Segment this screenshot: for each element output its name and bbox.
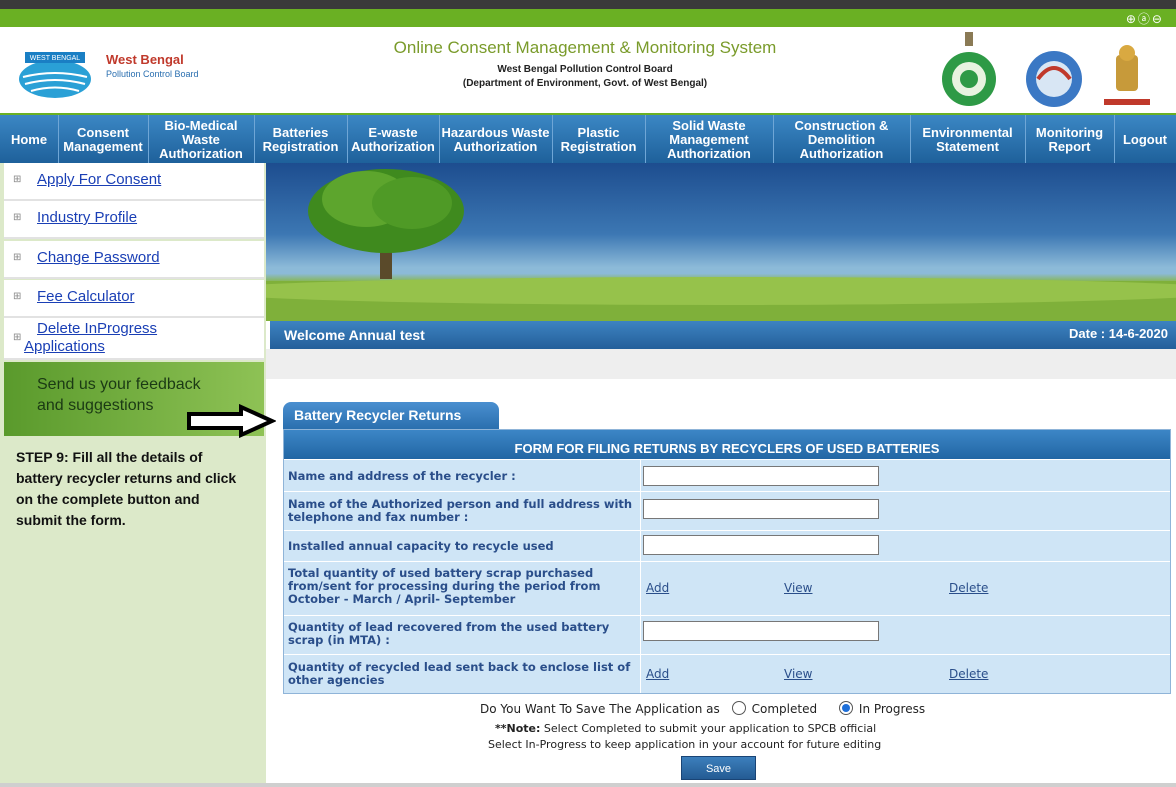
feedback-line-1: Send us your feedback [37, 376, 201, 393]
recycler-name-input[interactable] [643, 466, 879, 486]
scrap-add-link[interactable]: Add [646, 581, 669, 595]
font-size-controls-icon[interactable]: ⊕ⓐ⊖ [1126, 10, 1164, 27]
answer-cell [640, 460, 1171, 491]
nav-batteries-registration[interactable]: Batteries Registration [254, 115, 348, 165]
lead-add-link[interactable]: Add [646, 667, 669, 681]
expand-icon: ⊞ [13, 212, 22, 223]
answer-cell: Add View Delete [640, 562, 1171, 615]
nav-bio-medical-waste[interactable]: Bio-Medical Waste Authorization [148, 115, 255, 165]
swachh-logo-icon [1026, 51, 1082, 107]
nav-environmental-statement[interactable]: Environmental Statement [910, 115, 1026, 165]
hero-banner [266, 163, 1176, 321]
arrow-pointer-icon [187, 404, 276, 438]
inprogress-label[interactable]: In Progress [859, 702, 925, 716]
welcome-text: Welcome Annual test [284, 327, 425, 343]
sidebar: ⊞ Apply For Consent ⊞ Industry Profile ⊞… [0, 163, 266, 787]
department-name: (Department of Environment, Govt. of Wes… [462, 78, 708, 89]
sidebar-item-label[interactable]: Industry Profile [37, 209, 137, 226]
board-name: West Bengal Pollution Control Board [497, 64, 673, 75]
completed-radio[interactable] [731, 701, 746, 715]
current-date: Date : 14-6-2020 [1069, 326, 1168, 341]
save-button[interactable]: Save [681, 756, 756, 780]
step-instruction: STEP 9: Fill all the details of battery … [16, 449, 237, 528]
answer-cell: Add View Delete [640, 655, 1171, 693]
sidebar-item-delete-inprogress[interactable]: ⊞ Delete InProgress Applications [4, 318, 264, 360]
sidebar-item-apply-consent[interactable]: ⊞ Apply For Consent [4, 163, 264, 201]
expand-icon: ⊞ [13, 174, 22, 185]
government-emblems [942, 32, 1150, 107]
scrap-delete-link[interactable]: Delete [949, 581, 988, 595]
nav-e-waste[interactable]: E-waste Authorization [347, 115, 440, 165]
org-name: West Bengal [106, 52, 184, 67]
nav-consent-management[interactable]: Consent Management [58, 115, 149, 165]
completed-label[interactable]: Completed [752, 702, 817, 716]
note-text-2: Select In-Progress to keep application i… [488, 738, 882, 751]
spacer-strip [266, 349, 1176, 379]
nav-solid-waste[interactable]: Solid Waste Management Authorization [645, 115, 774, 165]
answer-cell [640, 531, 1171, 561]
save-status-question: Do You Want To Save The Application as [480, 702, 720, 716]
question-label: Quantity of lead recovered from the used… [288, 620, 610, 647]
sidebar-item-industry-profile[interactable]: ⊞ Industry Profile [4, 201, 264, 239]
org-subtitle: Pollution Control Board [106, 69, 199, 79]
logo-banner-text: WEST BENGAL [30, 55, 81, 62]
nav-construction-demolition[interactable]: Construction & Demolition Authorization [773, 115, 911, 165]
question-label: Quantity of recycled lead sent back to e… [288, 660, 631, 687]
nav-home[interactable]: Home [0, 115, 59, 165]
answer-cell [640, 616, 1171, 654]
sidebar-item-label[interactable]: Change Password [37, 249, 160, 266]
question-label: Total quantity of used battery scrap pur… [288, 566, 601, 606]
scrap-view-link[interactable]: View [784, 581, 812, 595]
bottom-scrollbar[interactable] [0, 783, 1176, 787]
sidebar-item-label[interactable]: Fee Calculator [37, 288, 135, 305]
sidebar-item-change-password[interactable]: ⊞ Change Password [4, 241, 264, 279]
site-header: WEST BENGAL West Bengal Pollution Contro… [0, 27, 1176, 113]
note-label: **Note: [495, 722, 541, 735]
welcome-bar: Welcome Annual test Date : 14-6-2020 [270, 321, 1176, 349]
lead-recovered-input[interactable] [643, 621, 879, 641]
battery-returns-form: FORM FOR FILING RETURNS BY RECYCLERS OF … [283, 429, 1171, 694]
expand-icon: ⊞ [13, 332, 22, 343]
form-row-lead-recovered: Quantity of lead recovered from the used… [284, 615, 1170, 654]
nav-logout[interactable]: Logout [1114, 115, 1176, 165]
expand-icon: ⊞ [13, 252, 22, 263]
note-line-1: **Note: Select Completed to submit your … [495, 722, 876, 735]
question-label: Name of the Authorized person and full a… [288, 497, 633, 524]
wb-seal-icon [942, 32, 996, 106]
sidebar-item-label[interactable]: Delete InProgress Applications [24, 320, 184, 356]
form-heading: FORM FOR FILING RETURNS BY RECYCLERS OF … [284, 430, 1170, 459]
sidebar-item-fee-calculator[interactable]: ⊞ Fee Calculator [4, 280, 264, 318]
form-row-recycled-lead: Quantity of recycled lead sent back to e… [284, 654, 1170, 693]
nav-plastic-registration[interactable]: Plastic Registration [552, 115, 646, 165]
save-status-row: Do You Want To Save The Application as C… [480, 701, 925, 716]
main-nav: Home Consent Management Bio-Medical Wast… [0, 113, 1176, 165]
inprogress-radio[interactable] [838, 701, 853, 715]
feedback-line-2: and suggestions [37, 397, 154, 414]
form-row-scrap-quantity: Total quantity of used battery scrap pur… [284, 561, 1170, 615]
form-row-recycler-name: Name and address of the recycler : [284, 459, 1170, 491]
wbpcb-logo: WEST BENGAL [19, 52, 91, 98]
sidebar-item-label[interactable]: Apply For Consent [37, 171, 161, 188]
nav-monitoring-report[interactable]: Monitoring Report [1025, 115, 1115, 165]
tree-landscape-image [266, 169, 1176, 321]
form-row-authorized-person: Name of the Authorized person and full a… [284, 491, 1170, 530]
nav-hazardous-waste[interactable]: Hazardous Waste Authorization [439, 115, 553, 165]
note-text-1: Select Completed to submit your applicat… [543, 722, 877, 735]
lead-delete-link[interactable]: Delete [949, 667, 988, 681]
tab-battery-recycler-returns[interactable]: Battery Recycler Returns [283, 402, 499, 429]
question-label: Installed annual capacity to recycle use… [288, 539, 554, 553]
system-title: Online Consent Management & Monitoring S… [393, 38, 777, 57]
authorized-person-input[interactable] [643, 499, 879, 519]
national-emblem-icon [1104, 45, 1150, 105]
top-green-bar: ⊕ⓐ⊖ [0, 9, 1176, 27]
answer-cell [640, 492, 1171, 530]
question-label: Name and address of the recycler : [288, 469, 516, 483]
expand-icon: ⊞ [13, 291, 22, 302]
lead-view-link[interactable]: View [784, 667, 812, 681]
form-row-annual-capacity: Installed annual capacity to recycle use… [284, 530, 1170, 561]
window-top-bar [0, 0, 1176, 9]
annual-capacity-input[interactable] [643, 535, 879, 555]
